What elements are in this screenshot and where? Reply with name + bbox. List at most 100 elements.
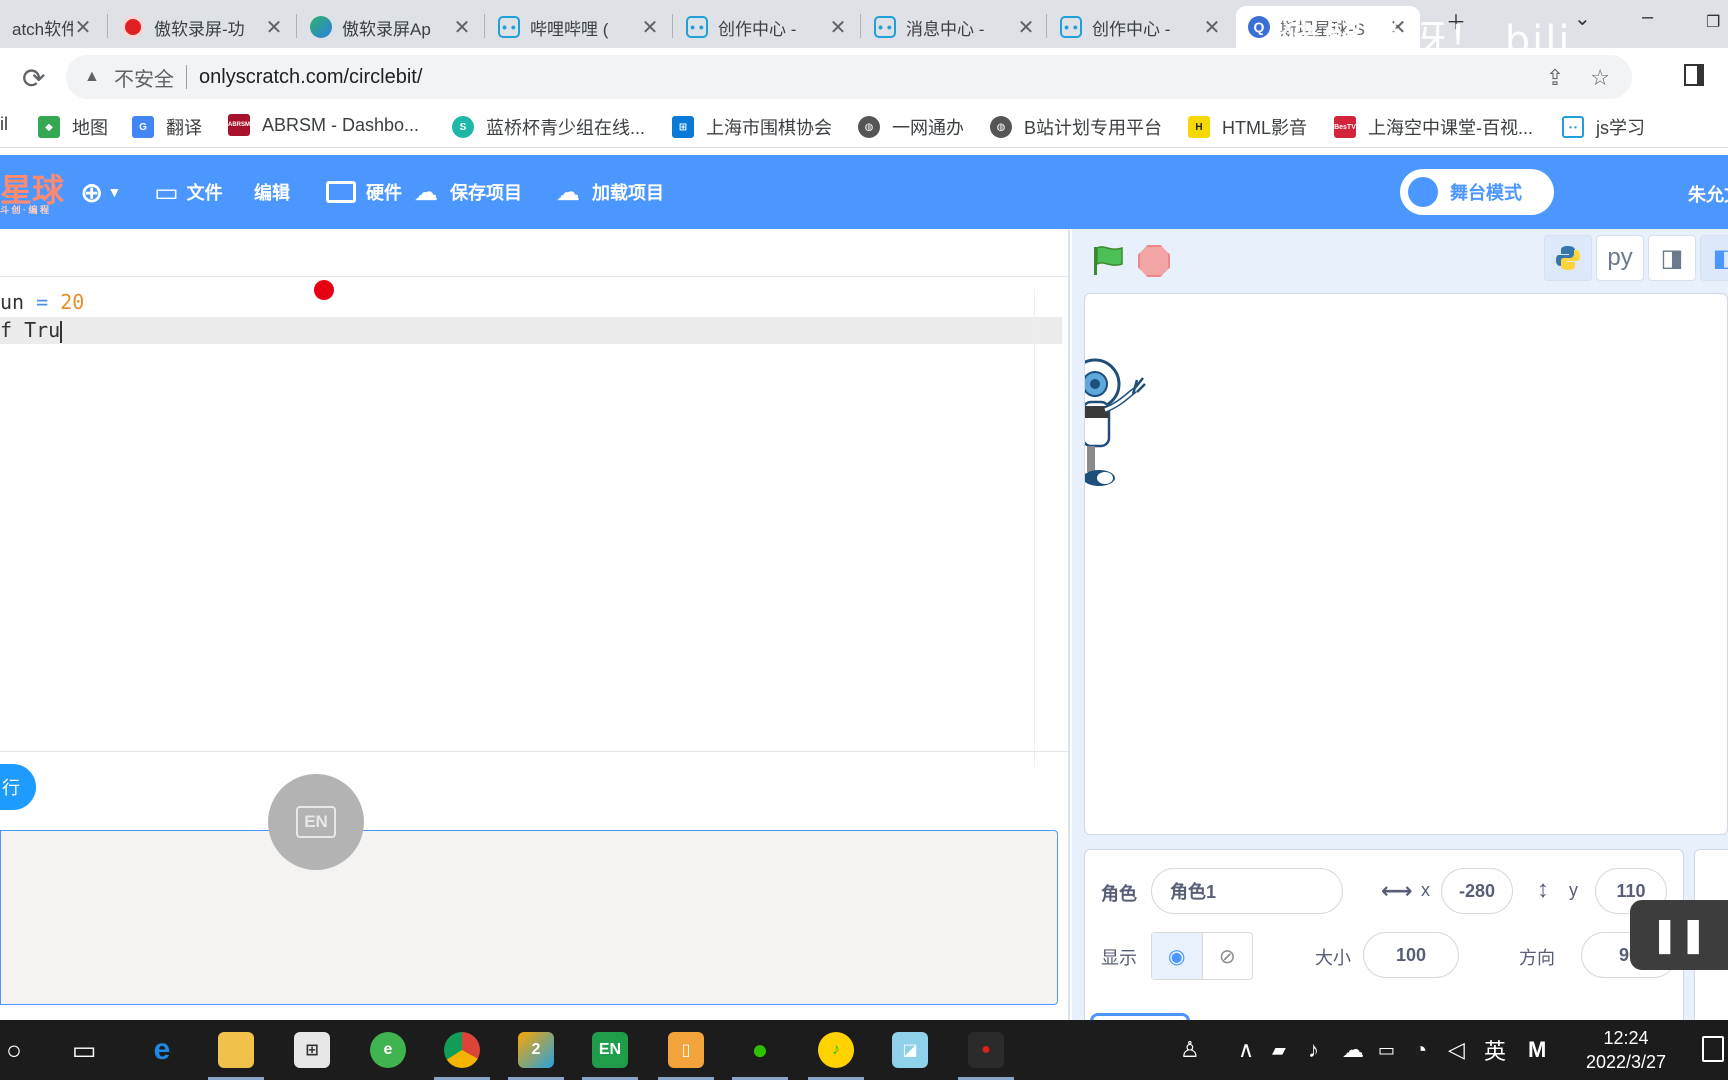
bookmark-label: HTML影音 bbox=[1222, 118, 1307, 138]
browser-tab[interactable]: atch软件 ✕ bbox=[0, 6, 105, 48]
bookmark-item[interactable]: il bbox=[0, 114, 8, 135]
bookmark-item[interactable]: S 蓝桥杯青少组在线... bbox=[452, 114, 645, 140]
address-bar[interactable]: ▲ 不安全 onlyscratch.com/circlebit/ ⇪ ☆ bbox=[66, 55, 1632, 99]
cursor-highlight-dot bbox=[314, 280, 334, 300]
large-stage-icon[interactable]: ◧ bbox=[1700, 235, 1728, 281]
battery-icon[interactable]: ▭ bbox=[1378, 1020, 1395, 1080]
close-icon[interactable]: ✕ bbox=[452, 15, 472, 40]
ime-language[interactable]: 英 bbox=[1484, 1020, 1506, 1080]
notebook-icon[interactable]: ◪ bbox=[874, 1020, 946, 1080]
bookmark-item[interactable]: ◆ 地图 bbox=[38, 114, 108, 140]
search-icon[interactable]: ○ bbox=[0, 1020, 50, 1080]
pause-icon[interactable]: ❚❚ bbox=[1630, 900, 1728, 970]
url-text[interactable]: onlyscratch.com/circlebit/ bbox=[199, 66, 422, 89]
browser-tab[interactable]: • • 创作中心 - ✕ bbox=[1048, 6, 1234, 48]
star-icon[interactable]: ☆ bbox=[1590, 65, 1610, 91]
edit-menu[interactable]: 编辑 bbox=[254, 155, 290, 229]
tab-title: 傲软录屏Ap bbox=[342, 19, 431, 39]
bookmark-item[interactable]: ◍ B站计划专用平台 bbox=[990, 114, 1162, 140]
stage-mode-toggle[interactable]: 舞台模式 bbox=[1400, 169, 1554, 215]
hardware-menu[interactable]: 硬件 bbox=[326, 155, 402, 229]
wechat-icon[interactable]: ● bbox=[724, 1020, 796, 1080]
y-label: y bbox=[1569, 880, 1578, 900]
bilibili-icon: • • bbox=[1060, 16, 1082, 38]
save-project-button[interactable]: ☁ 保存项目 bbox=[414, 155, 522, 229]
side-panel-icon[interactable] bbox=[1684, 64, 1704, 86]
sprite-properties-panel: 角色 角色1 ⟷ x -280 ↕ y 110 显示 ◉ ⊘ 大小 100 方向… bbox=[1084, 849, 1684, 1029]
close-icon[interactable]: ✕ bbox=[1202, 15, 1222, 40]
usb-icon[interactable]: ▰ bbox=[1272, 1020, 1286, 1080]
load-project-label: 加载项目 bbox=[592, 183, 664, 203]
close-icon[interactable]: ✕ bbox=[828, 15, 848, 40]
qq-music-icon[interactable]: ♪ bbox=[800, 1020, 872, 1080]
volume-icon[interactable]: ◁ bbox=[1448, 1020, 1465, 1080]
python-icon[interactable] bbox=[1544, 235, 1592, 281]
bookmark-item[interactable]: ⊞ 上海市围棋协会 bbox=[672, 114, 832, 140]
edge-icon[interactable]: e bbox=[126, 1020, 198, 1080]
file-explorer-icon[interactable] bbox=[200, 1020, 272, 1080]
bookmark-item[interactable]: ABRSM ABRSM - Dashbo... bbox=[228, 114, 419, 136]
system-clock[interactable]: 12:24 2022/3/27 bbox=[1576, 1026, 1676, 1074]
chevron-up-icon[interactable]: ∧ bbox=[1238, 1020, 1254, 1080]
app-store-icon[interactable]: 2 bbox=[500, 1020, 572, 1080]
browser-tab[interactable]: • • 哔哩哔哩 ( ✕ bbox=[486, 6, 672, 48]
browser-tab[interactable]: 傲软录屏-功 ✕ bbox=[110, 6, 296, 48]
bookmark-item[interactable]: H HTML影音 bbox=[1188, 114, 1307, 140]
editor-margin-line bbox=[1034, 289, 1035, 767]
cloud-upload-icon: ☁ bbox=[556, 178, 580, 206]
load-project-button[interactable]: ☁ 加载项目 bbox=[556, 155, 664, 229]
size-input[interactable]: 100 bbox=[1363, 932, 1459, 978]
reload-icon[interactable]: ⟳ bbox=[22, 62, 45, 95]
green-flag-icon[interactable] bbox=[1090, 243, 1126, 279]
people-icon[interactable]: ♙ bbox=[1180, 1020, 1200, 1080]
restore-icon[interactable]: ❐ bbox=[1706, 12, 1720, 32]
share-icon[interactable]: ⇪ bbox=[1546, 65, 1564, 91]
small-stage-icon[interactable]: ◨ bbox=[1648, 235, 1696, 281]
minimize-icon[interactable]: – bbox=[1642, 6, 1653, 29]
user-name[interactable]: 朱允文 bbox=[1688, 181, 1728, 207]
browser-tab[interactable]: • • 消息中心 - ✕ bbox=[862, 6, 1048, 48]
close-icon[interactable]: ✕ bbox=[73, 15, 93, 40]
insecure-label[interactable]: 不安全 bbox=[114, 63, 174, 92]
bookmark-item[interactable]: G 翻译 bbox=[132, 114, 202, 140]
browser-tab[interactable]: • • 创作中心 - ✕ bbox=[674, 6, 860, 48]
browser-tab[interactable]: 傲软录屏Ap ✕ bbox=[298, 6, 484, 48]
bell-icon[interactable]: ♪ bbox=[1308, 1020, 1319, 1080]
screen-recorder-icon[interactable]: ● bbox=[950, 1020, 1022, 1080]
close-icon[interactable]: ✕ bbox=[640, 15, 660, 40]
code-line-current[interactable]: f Tru bbox=[0, 317, 1062, 344]
bookmark-item[interactable]: • • js学习 bbox=[1562, 114, 1645, 140]
output-console[interactable] bbox=[0, 830, 1058, 1005]
chrome-icon[interactable] bbox=[426, 1020, 498, 1080]
py-mode-button[interactable]: py bbox=[1596, 235, 1644, 281]
file-menu[interactable]: ▭ 文件 bbox=[154, 155, 223, 229]
code-variable: un bbox=[0, 290, 25, 314]
bookmark-label: il bbox=[0, 114, 8, 134]
chevron-down-icon[interactable]: ⌄ bbox=[1574, 6, 1591, 31]
ie-icon[interactable]: e bbox=[352, 1020, 424, 1080]
eudic-icon[interactable]: EN bbox=[574, 1020, 646, 1080]
ime-floating-button[interactable]: EN bbox=[268, 774, 364, 870]
task-view-icon[interactable]: ▭ bbox=[48, 1020, 120, 1080]
code-line[interactable]: un = 20 bbox=[0, 289, 1062, 316]
eye-icon[interactable]: ◉ bbox=[1152, 933, 1203, 979]
wifi-icon[interactable]: ◔ bbox=[1414, 1020, 1427, 1080]
bookmark-item[interactable]: BesTV 上海空中课堂-百视... bbox=[1334, 114, 1533, 140]
warning-icon[interactable]: ▲ bbox=[84, 68, 102, 86]
stage-canvas[interactable] bbox=[1084, 293, 1728, 835]
show-label: 显示 bbox=[1101, 948, 1137, 968]
notes-icon[interactable]: ▯ bbox=[650, 1020, 722, 1080]
ime-mode[interactable]: M bbox=[1528, 1020, 1546, 1080]
notification-icon[interactable] bbox=[1702, 1036, 1724, 1062]
eye-off-icon[interactable]: ⊘ bbox=[1203, 933, 1253, 979]
x-position-input[interactable]: -280 bbox=[1441, 868, 1513, 914]
sprite-name-input[interactable]: 角色1 bbox=[1151, 868, 1343, 914]
robot-sprite[interactable] bbox=[1084, 354, 1185, 504]
language-menu[interactable]: ⊕ ▼ bbox=[80, 155, 121, 229]
bookmark-item[interactable]: ◍ 一网通办 bbox=[858, 114, 964, 140]
stop-icon[interactable] bbox=[1138, 245, 1170, 277]
cloud-icon[interactable]: ☁ bbox=[1342, 1020, 1364, 1080]
store-icon[interactable]: ⊞ bbox=[276, 1020, 348, 1080]
close-icon[interactable]: ✕ bbox=[264, 15, 284, 40]
close-icon[interactable]: ✕ bbox=[1016, 15, 1036, 40]
